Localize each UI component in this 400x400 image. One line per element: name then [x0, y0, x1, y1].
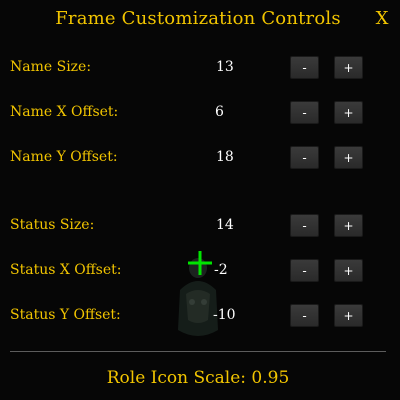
status-size-decrease-button[interactable]: - [290, 214, 319, 237]
status-size-label: Status Size: [10, 217, 95, 233]
control-row-status-size: Status Size: 14 - + [0, 213, 400, 239]
role-icon-scale-text: Role Icon Scale: 0.95 [106, 368, 290, 388]
status-y-offset-decrease-button[interactable]: - [290, 304, 319, 327]
status-y-offset-value: -10 [213, 307, 236, 323]
status-x-offset-label: Status X Offset: [10, 262, 122, 278]
name-y-offset-increase-button[interactable]: + [334, 146, 363, 169]
control-row-name-x-offset: Name X Offset: 6 - + [0, 100, 400, 126]
crosshair-icon [188, 251, 212, 275]
name-y-offset-decrease-button[interactable]: - [290, 146, 319, 169]
name-size-decrease-button[interactable]: - [290, 56, 319, 79]
status-x-offset-increase-button[interactable]: + [334, 259, 363, 282]
close-button[interactable]: X [372, 8, 392, 29]
window-title: Frame Customization Controls [55, 8, 341, 29]
name-x-offset-label: Name X Offset: [10, 104, 119, 120]
status-size-increase-button[interactable]: + [334, 214, 363, 237]
control-row-name-y-offset: Name Y Offset: 18 - + [0, 145, 400, 171]
status-size-value: 14 [216, 217, 234, 233]
status-x-offset-value: -2 [214, 262, 228, 278]
name-size-increase-button[interactable]: + [334, 56, 363, 79]
control-row-status-y-offset: Status Y Offset: -10 - + [0, 303, 400, 329]
name-x-offset-value: 6 [215, 104, 224, 120]
name-size-value: 13 [216, 59, 234, 75]
name-y-offset-label: Name Y Offset: [10, 149, 118, 165]
name-x-offset-increase-button[interactable]: + [334, 101, 363, 124]
status-y-offset-label: Status Y Offset: [10, 307, 121, 323]
name-x-offset-decrease-button[interactable]: - [290, 101, 319, 124]
control-row-name-size: Name Size: 13 - + [0, 55, 400, 81]
divider [10, 351, 386, 352]
name-y-offset-value: 18 [216, 149, 234, 165]
status-x-offset-decrease-button[interactable]: - [290, 259, 319, 282]
status-y-offset-increase-button[interactable]: + [334, 304, 363, 327]
name-size-label: Name Size: [10, 59, 92, 75]
frame-customization-panel: Frame Customization Controls X Name Size… [0, 0, 400, 400]
